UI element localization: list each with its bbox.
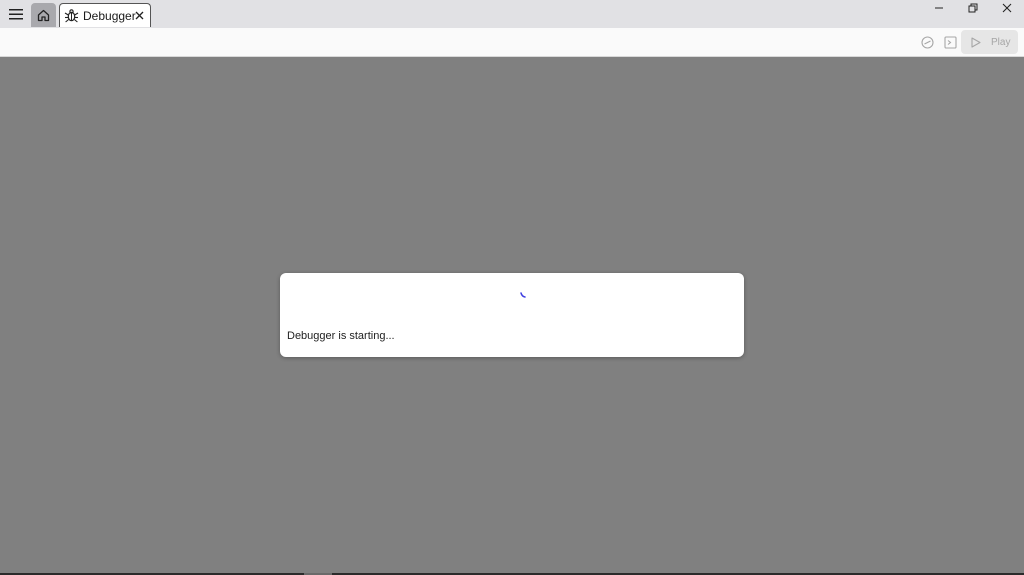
terminal-icon <box>943 35 957 49</box>
minimize-button[interactable] <box>922 0 956 16</box>
hamburger-menu-button[interactable] <box>4 2 28 26</box>
minimize-icon <box>935 7 943 9</box>
title-bar: Debugger <box>0 0 1024 28</box>
tab-debugger-label: Debugger <box>83 8 136 23</box>
close-window-icon <box>1002 3 1012 13</box>
performance-button[interactable] <box>919 34 935 50</box>
loading-message: Debugger is starting... <box>287 330 395 342</box>
play-button[interactable]: Play <box>961 30 1018 54</box>
loading-dialog: Debugger is starting... <box>280 273 744 357</box>
restore-button[interactable] <box>956 0 990 16</box>
hamburger-menu-icon <box>9 8 23 19</box>
bug-icon <box>64 9 79 23</box>
close-icon <box>135 11 143 19</box>
close-window-button[interactable] <box>990 0 1024 16</box>
restore-icon <box>968 3 978 13</box>
loading-spinner-icon <box>520 292 526 298</box>
play-icon <box>971 36 981 48</box>
tab-home[interactable] <box>31 3 56 27</box>
tab-debugger[interactable]: Debugger <box>59 3 151 27</box>
toolbar: Play <box>0 28 1024 57</box>
window-controls <box>922 0 1024 28</box>
gauge-icon <box>920 35 934 49</box>
tab-close-button[interactable] <box>133 9 145 21</box>
home-icon <box>37 9 50 21</box>
play-button-label: Play <box>991 36 1011 48</box>
console-button[interactable] <box>942 34 958 50</box>
